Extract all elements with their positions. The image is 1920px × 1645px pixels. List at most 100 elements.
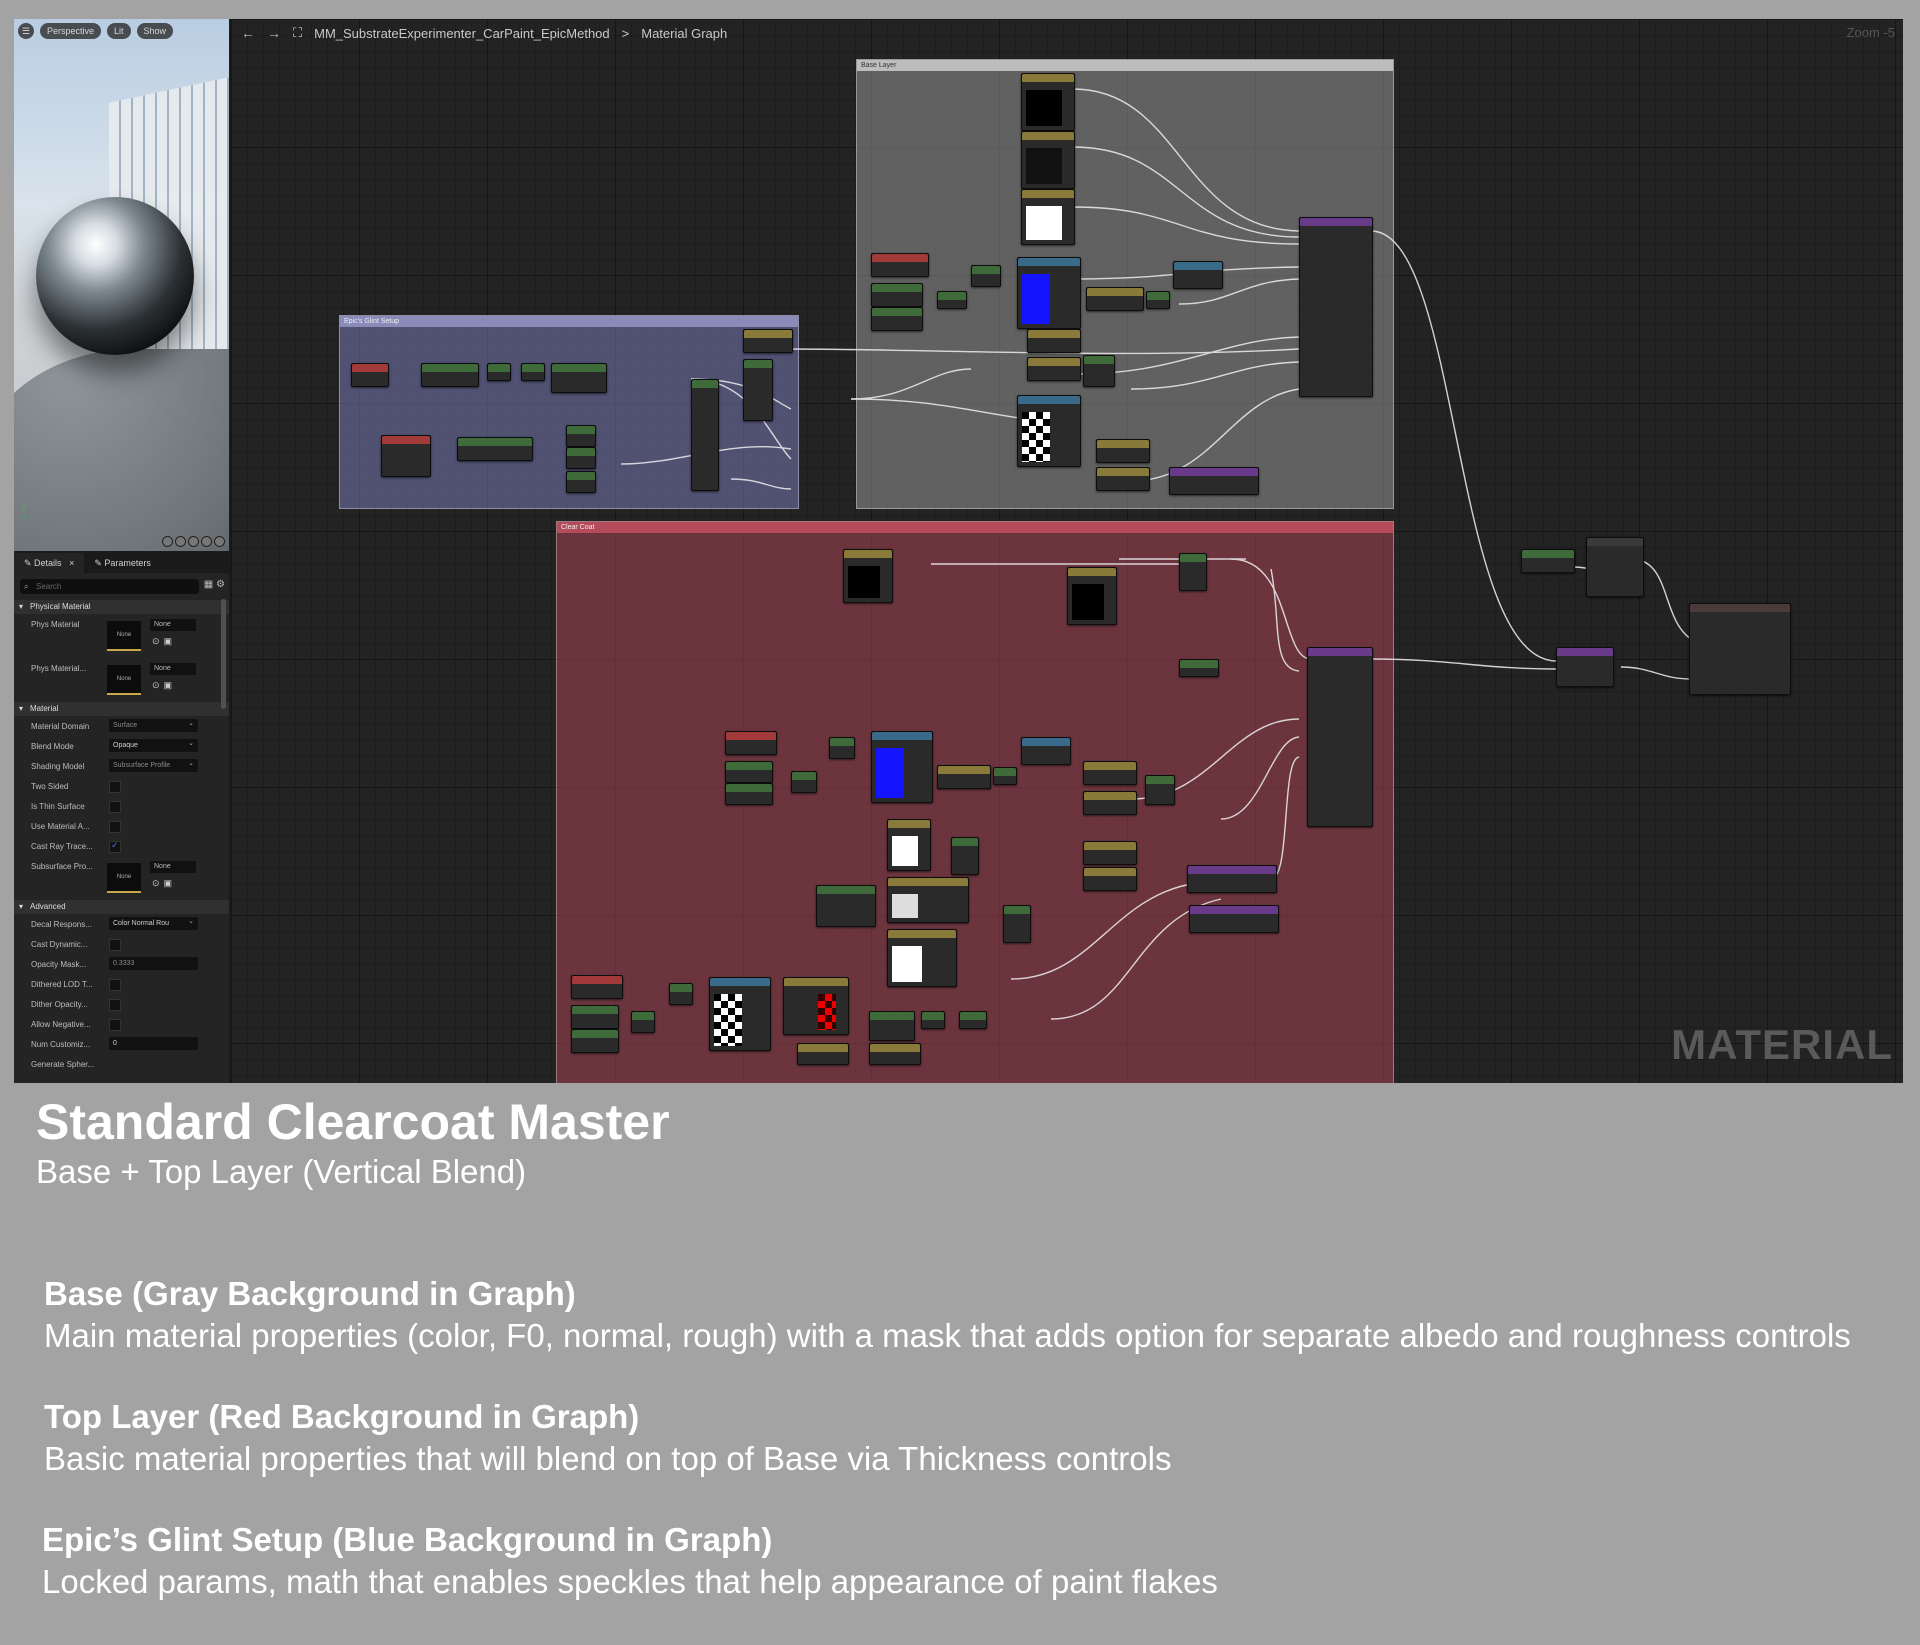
lerp-node[interactable] — [1145, 775, 1175, 805]
glint-custom-node[interactable] — [743, 359, 773, 421]
thin-surface-checkbox[interactable] — [109, 801, 121, 813]
lerp-node[interactable] — [1083, 355, 1115, 387]
math-node[interactable] — [921, 1011, 945, 1029]
lerp-node[interactable] — [951, 837, 979, 875]
decal-select[interactable]: Color Normal Rou — [109, 915, 198, 930]
param-node[interactable] — [1021, 131, 1075, 189]
browse-icon[interactable]: ⊙▣ — [152, 878, 176, 889]
param-node[interactable] — [1083, 791, 1137, 815]
blend-mode-select[interactable]: Opaque — [109, 737, 198, 752]
material-domain-select[interactable]: Surface — [109, 717, 198, 732]
details-search-input[interactable]: ⌕ Search — [20, 579, 199, 594]
tab-parameters[interactable]: ✎ Parameters — [84, 553, 161, 573]
math-node[interactable] — [566, 471, 596, 493]
phys-material-dropdown[interactable]: None — [150, 619, 196, 631]
vertex-normal-node[interactable] — [351, 363, 389, 387]
details-scrollbar[interactable] — [221, 599, 226, 709]
param-node[interactable] — [1521, 549, 1575, 573]
transmittance-node[interactable] — [1189, 905, 1279, 933]
roughness-node[interactable] — [1169, 467, 1259, 495]
param-node[interactable] — [869, 1043, 921, 1065]
top-normal-texture-node[interactable] — [871, 731, 933, 803]
math-node[interactable] — [993, 767, 1017, 785]
material-graph-canvas[interactable]: ← → ⛶ MM_SubstrateExperimenter_CarPaint_… — [231, 19, 1903, 1083]
math-node[interactable] — [971, 265, 1001, 287]
show-button[interactable]: Show — [136, 23, 174, 39]
flatten-normal-node[interactable] — [1021, 737, 1071, 765]
browse-icon[interactable]: ⊙▣ — [152, 680, 176, 691]
dither-opacity-checkbox[interactable] — [109, 999, 121, 1011]
param-node[interactable] — [1021, 189, 1075, 245]
cast-dynamic-checkbox[interactable] — [109, 939, 121, 951]
param-node[interactable] — [1096, 439, 1150, 463]
subsurface-thumbnail[interactable]: None — [107, 863, 141, 893]
two-sided-checkbox[interactable] — [109, 781, 121, 793]
break-components-node[interactable] — [551, 363, 607, 393]
param-node[interactable] — [1083, 761, 1137, 785]
section-advanced[interactable]: Advanced — [14, 900, 229, 914]
math-node[interactable] — [725, 761, 773, 783]
transform-node[interactable] — [421, 363, 479, 387]
lerp-node[interactable] — [1179, 553, 1207, 591]
material-attributes-node[interactable] — [1586, 537, 1644, 597]
lit-button[interactable]: Lit — [107, 23, 131, 39]
param-node[interactable] — [1021, 73, 1075, 131]
texcoord-node[interactable] — [571, 975, 623, 999]
phys-material-thumbnail[interactable]: None — [107, 621, 141, 651]
math-node[interactable] — [959, 1011, 987, 1029]
substrate-slab-node-base[interactable] — [1299, 217, 1373, 397]
preview-viewport[interactable]: ☰ Perspective Lit Show z ↑→ — [14, 19, 229, 551]
tab-details[interactable]: ✎ Details × — [14, 553, 85, 573]
math-node[interactable] — [871, 307, 923, 331]
param-node[interactable] — [1096, 467, 1150, 491]
param-node[interactable] — [797, 1043, 849, 1065]
param-node[interactable] — [1179, 659, 1219, 677]
math-node[interactable] — [571, 1029, 619, 1053]
phys-material-mask-dropdown[interactable]: None — [150, 663, 196, 675]
dithered-lod-checkbox[interactable] — [109, 979, 121, 991]
texcoord-node[interactable] — [725, 731, 777, 755]
constant-node[interactable] — [816, 885, 876, 927]
param-node[interactable] — [743, 329, 793, 353]
flatten-normal-node[interactable] — [1173, 261, 1223, 289]
param-node[interactable] — [1083, 841, 1137, 865]
plane-preview-icon[interactable] — [188, 536, 199, 547]
browse-icon[interactable]: ⊙▣ — [152, 636, 176, 647]
param-node[interactable] — [887, 819, 931, 871]
sphere-preview-icon[interactable] — [175, 536, 186, 547]
param-node[interactable] — [1067, 567, 1117, 625]
param-node[interactable] — [937, 765, 991, 789]
lerp-node[interactable] — [1003, 905, 1031, 943]
allow-negative-checkbox[interactable] — [109, 1019, 121, 1031]
texcoord-node[interactable] — [871, 253, 929, 277]
math-node[interactable] — [725, 783, 773, 805]
append-node[interactable] — [691, 379, 719, 491]
cast-ray-checkbox[interactable] — [109, 840, 121, 853]
absolute-world-position-node[interactable] — [381, 435, 431, 477]
cube-preview-icon[interactable] — [201, 536, 212, 547]
view-options-icon[interactable]: ▦ ⚙ — [204, 579, 225, 590]
param-node[interactable] — [887, 877, 969, 923]
opacity-mask-input[interactable]: 0.3333 — [109, 957, 198, 970]
param-node[interactable] — [1027, 357, 1081, 381]
perspective-button[interactable]: Perspective — [40, 23, 102, 39]
section-material[interactable]: Material — [14, 702, 229, 716]
param-node[interactable] — [843, 549, 893, 603]
use-material-checkbox[interactable] — [109, 821, 121, 833]
roughness-node[interactable] — [1187, 865, 1277, 893]
param-node[interactable] — [1083, 867, 1137, 891]
teapot-preview-icon[interactable] — [214, 536, 225, 547]
lerp-node[interactable] — [869, 1011, 915, 1041]
num-customized-input[interactable]: 0 — [109, 1037, 198, 1050]
math-node[interactable] — [937, 291, 967, 309]
menu-icon[interactable]: ☰ — [18, 23, 34, 39]
shading-model-select[interactable]: Subsurface Profile — [109, 757, 198, 772]
math-node[interactable] — [669, 983, 693, 1005]
mask-texture-node[interactable] — [709, 977, 771, 1051]
param-node[interactable] — [1086, 287, 1144, 311]
math-node[interactable] — [487, 363, 511, 381]
param-node[interactable] — [1027, 329, 1081, 353]
math-node[interactable] — [631, 1011, 655, 1033]
math-node[interactable] — [1146, 291, 1170, 309]
param-node[interactable] — [783, 977, 849, 1035]
